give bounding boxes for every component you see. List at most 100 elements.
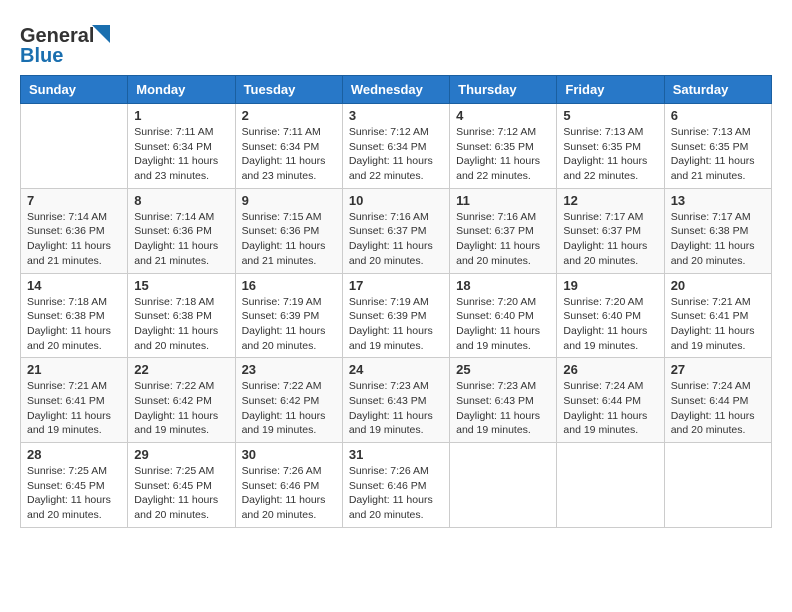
cell-info: Sunrise: 7:17 AMSunset: 6:37 PMDaylight:… [563,210,657,269]
day-number: 15 [134,278,228,293]
cell-info: Sunrise: 7:19 AMSunset: 6:39 PMDaylight:… [242,295,336,354]
calendar-cell: 3Sunrise: 7:12 AMSunset: 6:34 PMDaylight… [342,104,449,189]
calendar-cell [664,443,771,528]
calendar-cell: 19 Sunrise: 7:20 AMSunset: 6:40 PMDayligh… [557,273,664,358]
day-number: 20 [671,278,765,293]
cell-info: Sunrise: 7:20 AMSunset: 6:40 PMDaylight:… [456,295,550,354]
calendar-cell: 6 Sunrise: 7:13 AMSunset: 6:35 PMDaylight… [664,104,771,189]
day-header-tuesday: Tuesday [235,76,342,104]
day-number: 18 [456,278,550,293]
calendar-cell [557,443,664,528]
day-header-saturday: Saturday [664,76,771,104]
cell-info: Sunrise: 7:11 AMSunset: 6:34 PMDaylight:… [242,125,336,184]
cell-info: Sunrise: 7:24 AMSunset: 6:44 PMDaylight:… [563,379,657,438]
day-number: 30 [242,447,336,462]
day-header-monday: Monday [128,76,235,104]
cell-info: Sunrise: 7:24 AMSunset: 6:44 PMDaylight:… [671,379,765,438]
cell-info: Sunrise: 7:20 AMSunset: 6:40 PMDaylight:… [563,295,657,354]
day-number: 25 [456,362,550,377]
cell-info: Sunrise: 7:14 AMSunset: 6:36 PMDaylight:… [134,210,228,269]
day-number: 12 [563,193,657,208]
cell-info: Sunrise: 7:25 AMSunset: 6:45 PMDaylight:… [134,464,228,523]
cell-info: Sunrise: 7:21 AMSunset: 6:41 PMDaylight:… [671,295,765,354]
logo: GeneralBlue [20,20,120,65]
calendar-cell: 18 Sunrise: 7:20 AMSunset: 6:40 PMDayligh… [450,273,557,358]
week-row-4: 21 Sunrise: 7:21 AMSunset: 6:41 PMDayligh… [21,358,772,443]
calendar-cell: 5 Sunrise: 7:13 AMSunset: 6:35 PMDaylight… [557,104,664,189]
cell-info: Sunrise: 7:22 AMSunset: 6:42 PMDaylight:… [134,379,228,438]
day-header-wednesday: Wednesday [342,76,449,104]
day-number: 3 [349,108,443,123]
day-number: 22 [134,362,228,377]
day-number: 4 [456,108,550,123]
cell-info: Sunrise: 7:23 AMSunset: 6:43 PMDaylight:… [456,379,550,438]
day-number: 6 [671,108,765,123]
day-number: 16 [242,278,336,293]
cell-info: Sunrise: 7:16 AMSunset: 6:37 PMDaylight:… [349,210,443,269]
svg-text:General: General [20,25,94,47]
cell-info: Sunrise: 7:25 AMSunset: 6:45 PMDaylight:… [27,464,121,523]
cell-info: Sunrise: 7:18 AMSunset: 6:38 PMDaylight:… [134,295,228,354]
calendar-cell: 23 Sunrise: 7:22 AMSunset: 6:42 PMDayligh… [235,358,342,443]
calendar-cell: 15 Sunrise: 7:18 AMSunset: 6:38 PMDayligh… [128,273,235,358]
week-row-3: 14 Sunrise: 7:18 AMSunset: 6:38 PMDayligh… [21,273,772,358]
calendar-cell: 16 Sunrise: 7:19 AMSunset: 6:39 PMDayligh… [235,273,342,358]
calendar-cell: 29Sunrise: 7:25 AMSunset: 6:45 PMDayligh… [128,443,235,528]
svg-text:Blue: Blue [20,45,63,65]
day-number: 8 [134,193,228,208]
day-number: 2 [242,108,336,123]
calendar-cell [450,443,557,528]
calendar-header: SundayMondayTuesdayWednesdayThursdayFrid… [21,76,772,104]
cell-info: Sunrise: 7:18 AMSunset: 6:38 PMDaylight:… [27,295,121,354]
day-number: 19 [563,278,657,293]
week-row-1: 1 Sunrise: 7:11 AMSunset: 6:34 PMDaylight… [21,104,772,189]
day-header-thursday: Thursday [450,76,557,104]
cell-info: Sunrise: 7:14 AMSunset: 6:36 PMDaylight:… [27,210,121,269]
cell-info: Sunrise: 7:11 AMSunset: 6:34 PMDaylight:… [134,125,228,184]
cell-info: Sunrise: 7:22 AMSunset: 6:42 PMDaylight:… [242,379,336,438]
day-number: 13 [671,193,765,208]
week-row-2: 7 Sunrise: 7:14 AMSunset: 6:36 PMDaylight… [21,188,772,273]
cell-info: Sunrise: 7:15 AMSunset: 6:36 PMDaylight:… [242,210,336,269]
calendar-cell: 7 Sunrise: 7:14 AMSunset: 6:36 PMDaylight… [21,188,128,273]
cell-info: Sunrise: 7:21 AMSunset: 6:41 PMDaylight:… [27,379,121,438]
day-number: 14 [27,278,121,293]
week-row-5: 28 Sunrise: 7:25 AMSunset: 6:45 PMDayligh… [21,443,772,528]
calendar-cell: 31Sunrise: 7:26 AMSunset: 6:46 PMDayligh… [342,443,449,528]
day-number: 31 [349,447,443,462]
cell-info: Sunrise: 7:13 AMSunset: 6:35 PMDaylight:… [563,125,657,184]
calendar-cell: 12 Sunrise: 7:17 AMSunset: 6:37 PMDayligh… [557,188,664,273]
header-row: SundayMondayTuesdayWednesdayThursdayFrid… [21,76,772,104]
cell-info: Sunrise: 7:23 AMSunset: 6:43 PMDaylight:… [349,379,443,438]
day-number: 17 [349,278,443,293]
day-number: 24 [349,362,443,377]
day-number: 10 [349,193,443,208]
calendar-cell: 26Sunrise: 7:24 AMSunset: 6:44 PMDayligh… [557,358,664,443]
calendar-cell: 13Sunrise: 7:17 AMSunset: 6:38 PMDayligh… [664,188,771,273]
cell-info: Sunrise: 7:26 AMSunset: 6:46 PMDaylight:… [242,464,336,523]
day-number: 11 [456,193,550,208]
calendar-body: 1 Sunrise: 7:11 AMSunset: 6:34 PMDaylight… [21,104,772,528]
cell-info: Sunrise: 7:12 AMSunset: 6:35 PMDaylight:… [456,125,550,184]
day-number: 7 [27,193,121,208]
calendar-cell: 9Sunrise: 7:15 AMSunset: 6:36 PMDaylight… [235,188,342,273]
day-number: 21 [27,362,121,377]
calendar-cell: 25 Sunrise: 7:23 AMSunset: 6:43 PMDayligh… [450,358,557,443]
day-number: 23 [242,362,336,377]
calendar-cell: 14 Sunrise: 7:18 AMSunset: 6:38 PMDayligh… [21,273,128,358]
day-header-sunday: Sunday [21,76,128,104]
cell-info: Sunrise: 7:19 AMSunset: 6:39 PMDaylight:… [349,295,443,354]
calendar-cell [21,104,128,189]
calendar-cell: 20 Sunrise: 7:21 AMSunset: 6:41 PMDayligh… [664,273,771,358]
calendar-cell: 2 Sunrise: 7:11 AMSunset: 6:34 PMDaylight… [235,104,342,189]
calendar-cell: 22 Sunrise: 7:22 AMSunset: 6:42 PMDayligh… [128,358,235,443]
calendar-cell: 11 Sunrise: 7:16 AMSunset: 6:37 PMDayligh… [450,188,557,273]
day-number: 5 [563,108,657,123]
day-number: 1 [134,108,228,123]
day-number: 28 [27,447,121,462]
calendar-cell: 4 Sunrise: 7:12 AMSunset: 6:35 PMDaylight… [450,104,557,189]
cell-info: Sunrise: 7:13 AMSunset: 6:35 PMDaylight:… [671,125,765,184]
calendar-cell: 27Sunrise: 7:24 AMSunset: 6:44 PMDayligh… [664,358,771,443]
day-header-friday: Friday [557,76,664,104]
cell-info: Sunrise: 7:16 AMSunset: 6:37 PMDaylight:… [456,210,550,269]
